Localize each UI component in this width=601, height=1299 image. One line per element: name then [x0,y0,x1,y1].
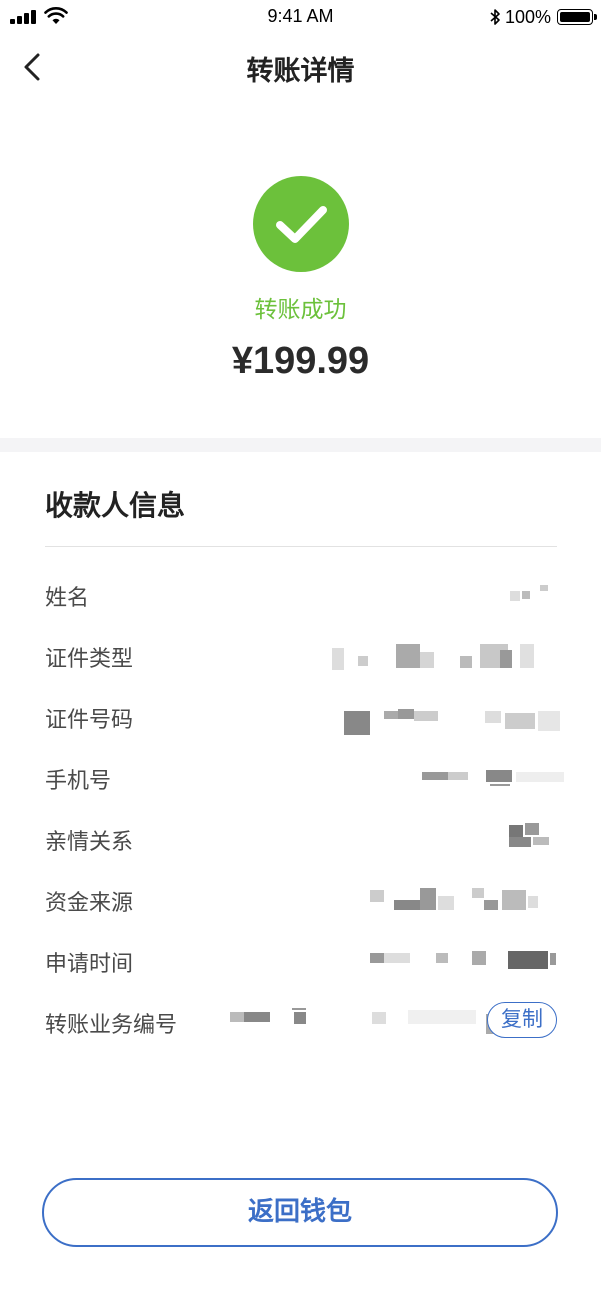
payee-info-list: 姓名 证件类型 证件号码 手机号 亲情关系 资金来源 申请时间 转账业务编号 复… [0,565,601,1053]
info-row-business-id: 转账业务编号 复制 [0,992,601,1053]
section-divider [0,438,601,452]
status-bar: 9:41 AM 100% [0,0,601,34]
row-label: 手机号 [45,769,112,794]
row-label: 申请时间 [45,952,134,977]
masked-value [228,1008,500,1034]
row-label: 证件类型 [45,647,134,672]
info-row-name: 姓名 [0,565,601,626]
bluetooth-icon [490,9,500,25]
row-label: 资金来源 [45,891,134,916]
info-row-relation: 亲情关系 [0,809,601,870]
page-title: 转账详情 [246,56,355,87]
masked-value [340,705,565,735]
battery-percent: 100% [504,6,551,27]
masked-value [330,644,550,670]
row-label: 姓名 [45,586,90,611]
masked-value [505,823,560,847]
row-label: 转账业务编号 [45,1013,178,1038]
info-row-id-type: 证件类型 [0,626,601,687]
row-label: 亲情关系 [45,830,134,855]
divider [45,546,557,547]
success-badge [253,176,349,272]
transfer-status: 转账成功 [254,297,347,323]
battery-icon [557,9,597,25]
info-row-fund-source: 资金来源 [0,870,601,931]
transfer-amount: ¥199.99 [231,340,370,382]
info-row-phone: 手机号 [0,748,601,809]
return-wallet-button[interactable]: 返回钱包 [42,1178,558,1247]
masked-value [368,949,558,973]
info-row-id-number: 证件号码 [0,687,601,748]
copy-button[interactable]: 复制 [487,1002,557,1038]
masked-value [500,583,560,607]
row-label: 证件号码 [45,708,134,733]
section-title: 收款人信息 [45,489,186,522]
masked-value [420,766,565,790]
masked-value [368,886,548,910]
nav-bar: 转账详情 [0,34,601,100]
checkmark-icon [276,206,327,243]
info-row-apply-time: 申请时间 [0,931,601,992]
